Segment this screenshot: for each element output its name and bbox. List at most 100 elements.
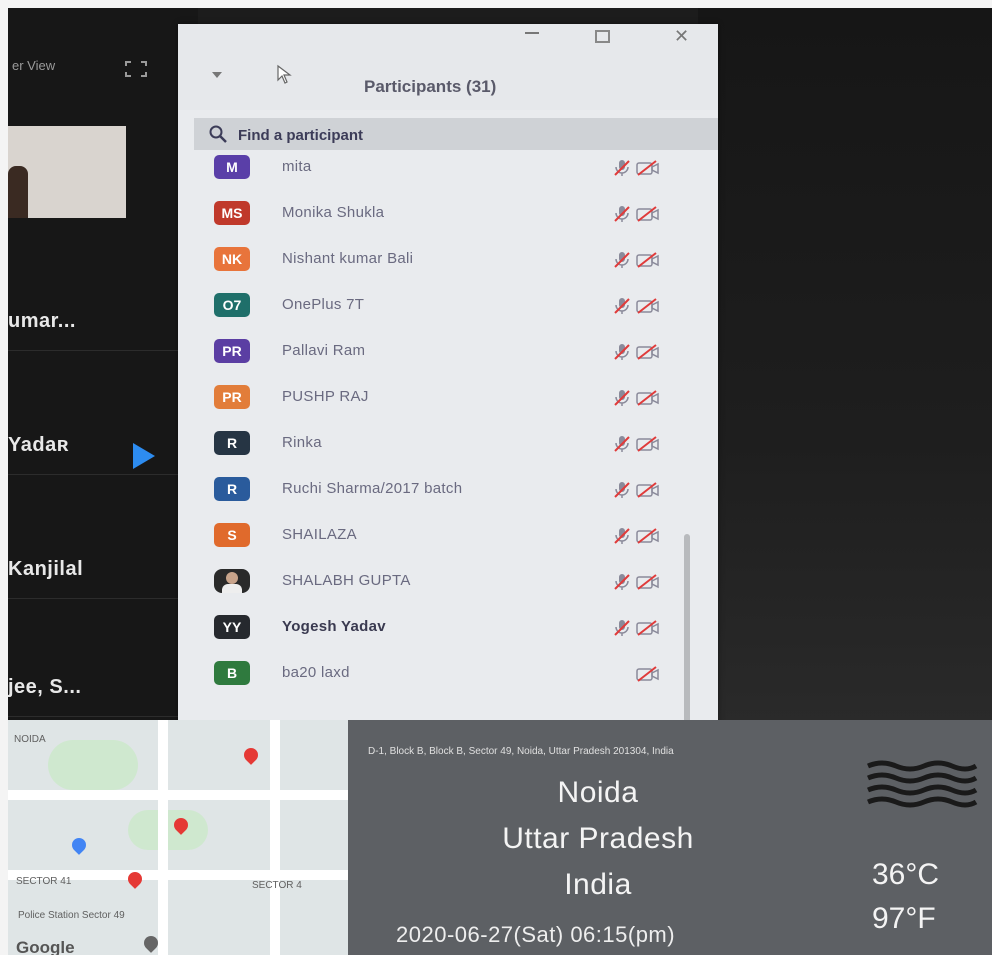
map-label: NOIDA bbox=[14, 734, 46, 745]
tile-divider bbox=[8, 474, 198, 475]
participant-name: mita bbox=[282, 158, 312, 175]
search-icon bbox=[209, 125, 227, 143]
avatar-shirt bbox=[222, 584, 242, 593]
haze-weather-icon bbox=[867, 760, 978, 808]
video-off-icon[interactable] bbox=[636, 666, 660, 682]
map-label: SECTOR 41 bbox=[16, 876, 72, 887]
gallery-participant-name: jee, S... bbox=[8, 676, 82, 698]
mic-muted-icon[interactable] bbox=[612, 342, 632, 362]
participants-panel: ✕ Participants (31) MmitaMSMonika Shukla… bbox=[178, 24, 718, 814]
location-overlay: D-1, Block B, Block B, Sector 49, Noida,… bbox=[348, 720, 992, 955]
participant-avatar: R bbox=[214, 431, 250, 455]
view-toggle-label[interactable]: er View bbox=[12, 58, 55, 73]
participant-row[interactable]: R Ruchi Sharma/2017 batch bbox=[178, 468, 698, 514]
tile-divider bbox=[8, 350, 198, 351]
map-road bbox=[8, 790, 348, 800]
map-road bbox=[270, 720, 280, 955]
video-thumbnail[interactable] bbox=[8, 126, 126, 218]
scrollbar[interactable] bbox=[684, 534, 690, 734]
participant-row[interactable]: R Rinka bbox=[178, 422, 698, 468]
video-off-icon[interactable] bbox=[636, 160, 660, 176]
participant-row[interactable]: SHALABH GUPTA bbox=[178, 560, 698, 606]
video-off-icon[interactable] bbox=[636, 390, 660, 406]
panel-title: Participants (31) bbox=[364, 77, 497, 96]
participant-name: OnePlus 7T bbox=[282, 296, 365, 313]
participant-avatar: PR bbox=[214, 385, 250, 409]
mic-muted-icon[interactable] bbox=[612, 434, 632, 454]
mic-muted-icon[interactable] bbox=[612, 480, 632, 500]
maximize-button[interactable] bbox=[595, 30, 610, 43]
participant-row[interactable]: S SHAILAZA bbox=[178, 514, 698, 560]
participant-row[interactable]: MS Monika Shukla bbox=[178, 192, 698, 238]
map-thumbnail: NOIDA SECTOR 41 SECTOR 4 Police Station … bbox=[8, 720, 348, 955]
tile-divider bbox=[8, 598, 198, 599]
panel-titlebar: ✕ Participants (31) bbox=[178, 24, 718, 110]
participant-name: ba20 laxd bbox=[282, 664, 350, 681]
participant-name: Pallavi Ram bbox=[282, 342, 366, 359]
mic-muted-icon[interactable] bbox=[612, 158, 632, 178]
participant-row[interactable]: PR PUSHP RAJ bbox=[178, 376, 698, 422]
video-off-icon[interactable] bbox=[636, 206, 660, 222]
minimize-button[interactable] bbox=[525, 32, 539, 34]
gallery-participant-name: Yadaʀ bbox=[8, 434, 69, 456]
video-off-icon[interactable] bbox=[636, 298, 660, 314]
map-road bbox=[158, 720, 168, 955]
mic-muted-icon[interactable] bbox=[612, 526, 632, 546]
participant-name: Nishant kumar Bali bbox=[282, 250, 414, 267]
video-off-icon[interactable] bbox=[636, 528, 660, 544]
temperature-fahrenheit: 97°F bbox=[872, 902, 936, 935]
participant-avatar: B bbox=[214, 661, 250, 685]
meeting-screen-photo: er View umar... Yadaʀ Kanjilal jee, S... ✕ … bbox=[8, 8, 992, 955]
datetime-stamp: 2020-06-27(Sat) 06:15(pm) bbox=[396, 922, 676, 947]
mic-muted-icon[interactable] bbox=[612, 250, 632, 270]
collapse-icon[interactable] bbox=[212, 72, 222, 78]
mic-muted-icon[interactable] bbox=[612, 618, 632, 638]
close-button[interactable]: ✕ bbox=[674, 26, 689, 47]
state-name: Uttar Pradesh bbox=[502, 822, 694, 855]
city-name: Noida bbox=[557, 776, 639, 809]
map-label: SECTOR 4 bbox=[252, 880, 302, 891]
tile-divider bbox=[8, 716, 198, 717]
participant-avatar bbox=[214, 569, 250, 593]
avatar-face bbox=[226, 572, 238, 584]
mic-muted-icon[interactable] bbox=[612, 296, 632, 316]
participant-name: Yogesh Yadav bbox=[282, 618, 386, 635]
participant-name: SHALABH GUPTA bbox=[282, 572, 411, 589]
video-off-icon[interactable] bbox=[636, 344, 660, 360]
country-name: India bbox=[564, 868, 632, 901]
participant-avatar: MS bbox=[214, 201, 250, 225]
video-off-icon[interactable] bbox=[636, 620, 660, 636]
participant-avatar: M bbox=[214, 155, 250, 179]
participant-row[interactable]: NK Nishant kumar Bali bbox=[178, 238, 698, 284]
participant-name: Ruchi Sharma/2017 batch bbox=[282, 480, 463, 497]
mic-muted-icon[interactable] bbox=[612, 204, 632, 224]
dark-background bbox=[698, 8, 992, 728]
play-icon[interactable] bbox=[133, 443, 155, 469]
video-gallery: er View umar... Yadaʀ Kanjilal jee, S... bbox=[8, 8, 198, 728]
search-input[interactable] bbox=[236, 122, 700, 148]
participant-name: PUSHP RAJ bbox=[282, 388, 369, 405]
gallery-participant-name: Kanjilal bbox=[8, 558, 84, 580]
participant-row[interactable]: O7 OnePlus 7T bbox=[178, 284, 698, 330]
map-park bbox=[128, 810, 208, 850]
fullscreen-icon[interactable] bbox=[124, 60, 148, 78]
video-off-icon[interactable] bbox=[636, 482, 660, 498]
mic-muted-icon[interactable] bbox=[612, 572, 632, 592]
participant-name: Rinka bbox=[282, 434, 322, 451]
cursor-icon bbox=[277, 64, 292, 84]
participant-row[interactable]: YY Yogesh Yadav bbox=[178, 606, 698, 652]
mic-muted-icon[interactable] bbox=[612, 388, 632, 408]
google-logo: Google bbox=[16, 938, 75, 955]
map-park bbox=[48, 740, 138, 790]
participant-avatar: YY bbox=[214, 615, 250, 639]
gallery-participant-name: umar... bbox=[8, 310, 76, 332]
video-off-icon[interactable] bbox=[636, 574, 660, 590]
temperature-celsius: 36°C bbox=[872, 858, 940, 891]
map-pin-icon bbox=[241, 745, 261, 765]
video-off-icon[interactable] bbox=[636, 436, 660, 452]
video-off-icon[interactable] bbox=[636, 252, 660, 268]
participant-row[interactable]: Mmita bbox=[178, 146, 698, 192]
map-pin-icon bbox=[69, 835, 89, 855]
participant-row[interactable]: PR Pallavi Ram bbox=[178, 330, 698, 376]
participant-row[interactable]: Bba20 laxd bbox=[178, 652, 698, 698]
